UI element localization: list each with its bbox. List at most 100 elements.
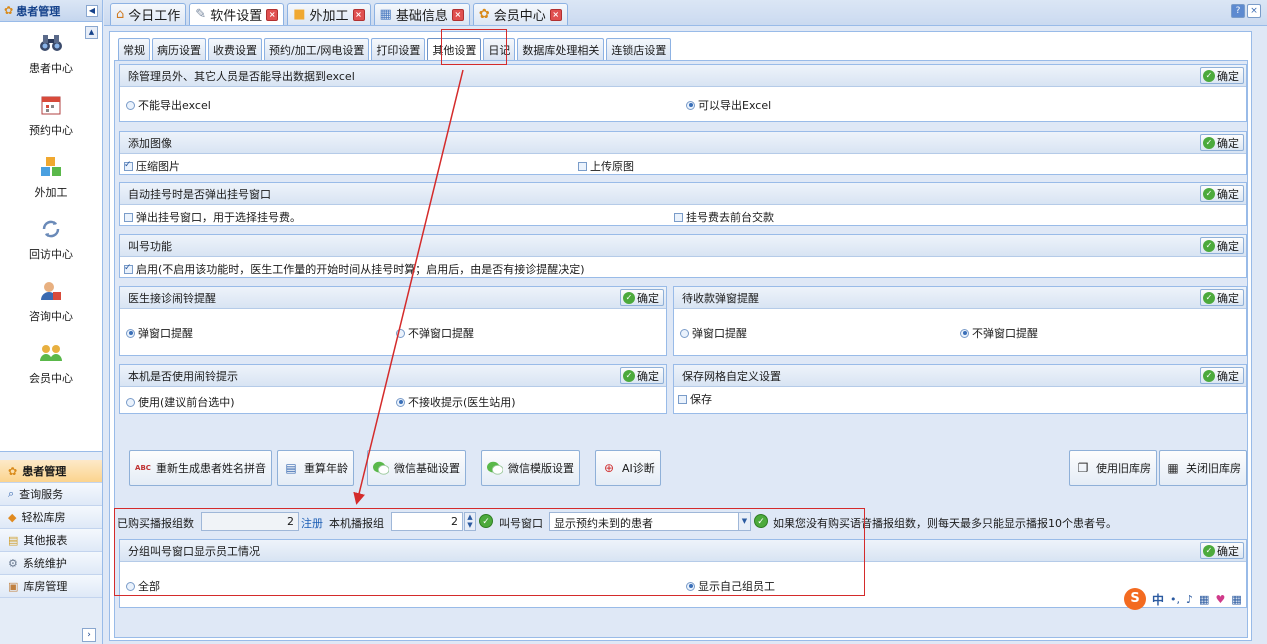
no-popup-remind-radio[interactable]: 不弹窗口提醒 — [960, 325, 1038, 341]
radio-icon — [686, 100, 695, 110]
tab-today-work[interactable]: ⌂ 今日工作 — [110, 3, 187, 25]
confirm-button[interactable]: ✓ 确定 — [1200, 367, 1244, 384]
option-label: 全部 — [138, 580, 160, 593]
ime-language[interactable]: 中 — [1152, 591, 1164, 608]
local-group-stepper[interactable]: ▲ ▼ — [464, 512, 476, 531]
allow-export-radio[interactable]: 可以导出Excel — [686, 97, 771, 113]
grid-icon[interactable]: ▦ — [1231, 593, 1241, 606]
upload-original-checkbox[interactable]: 上传原图 — [578, 158, 634, 174]
show-own-group-radio[interactable]: 显示自己组员工 — [686, 578, 775, 594]
sidebar-bottom-easy-warehouse[interactable]: ◆ 轻松库房 — [0, 506, 102, 529]
confirm-button[interactable]: ✓ 确定 — [1200, 289, 1244, 306]
recalculate-age-button[interactable]: ▤ 重算年龄 — [277, 450, 354, 486]
no-popup-remind-radio[interactable]: 不弹窗口提醒 — [396, 325, 474, 341]
tab-diary[interactable]: 日记 — [483, 38, 516, 60]
check-icon: ✓ — [1203, 369, 1215, 382]
tab-label: 软件设置 — [210, 9, 263, 24]
tab-basic-info[interactable]: ▦ 基础信息 × — [373, 3, 470, 25]
save-grid-checkbox[interactable]: 保存 — [678, 391, 712, 407]
tab-chain-store-settings[interactable]: 连锁店设置 — [606, 38, 672, 60]
wechat-template-settings-button[interactable]: 微信模版设置 — [481, 450, 580, 486]
enable-call-checkbox[interactable]: 启用(不启用该功能时，医生工作量的开始时间从挂号时算；启用后，由是否有接诊提醒决… — [124, 261, 585, 277]
keyboard-icon[interactable]: ▦ — [1199, 593, 1209, 606]
panel-title: 医生接诊闹铃提醒 — [128, 291, 216, 305]
confirm-label: 确定 — [1217, 69, 1239, 83]
sidebar-item-appointment-center[interactable]: 预约中心 — [0, 84, 102, 146]
fee-at-front-desk-checkbox[interactable]: 挂号费去前台交款 — [674, 209, 774, 225]
expand-sidebar-button[interactable]: › — [82, 628, 96, 642]
copy-icon: ❐ — [1077, 461, 1089, 475]
radio-icon — [686, 581, 695, 591]
close-icon[interactable]: × — [352, 8, 365, 21]
close-icon[interactable]: × — [549, 8, 562, 21]
sidebar-bottom-other-reports[interactable]: ▤ 其他报表 — [0, 529, 102, 552]
wechat-basic-settings-button[interactable]: 微信基础设置 — [367, 450, 466, 486]
use-old-warehouse-button[interactable]: ❐ 使用旧库房 — [1069, 450, 1157, 486]
show-all-radio[interactable]: 全部 — [126, 578, 160, 594]
popup-remind-radio[interactable]: 弹窗口提醒 — [680, 325, 747, 341]
sidebar-item-outsourcing[interactable]: 外加工 — [0, 146, 102, 208]
tab-print-settings[interactable]: 打印设置 — [371, 38, 426, 60]
confirm-label: 确定 — [1217, 369, 1239, 383]
help-icon[interactable]: ? — [1231, 4, 1245, 18]
tab-other-settings[interactable]: 其他设置 — [427, 38, 482, 60]
tab-outsourcing[interactable]: ■ 外加工 × — [287, 3, 371, 25]
panel-header: 叫号功能 ✓ 确定 — [120, 235, 1246, 257]
calendar-icon: ▤ — [285, 461, 297, 475]
tab-member-center[interactable]: ✿ 会员中心 × — [472, 3, 568, 25]
confirm-button[interactable]: ✓ 确定 — [620, 289, 664, 306]
skin-icon[interactable]: ♥ — [1215, 593, 1225, 606]
popup-remind-radio[interactable]: 弹窗口提醒 — [126, 325, 193, 341]
confirm-button[interactable]: ✓ 确定 — [1200, 237, 1244, 254]
punctuation-icon[interactable]: •, — [1170, 593, 1180, 606]
confirm-button[interactable]: ✓ 确定 — [1200, 134, 1244, 151]
sidebar-item-followup-center[interactable]: 回访中心 — [0, 208, 102, 270]
local-group-confirm-button[interactable]: ✓ — [479, 514, 493, 528]
call-window-confirm-button[interactable]: ✓ — [754, 514, 768, 528]
register-link[interactable]: 注册 — [301, 515, 323, 531]
panel-header: 待收款弹窗提醒 ✓ 确定 — [674, 287, 1246, 309]
local-group-label: 本机播报组 — [329, 517, 384, 530]
close-icon[interactable]: × — [1247, 4, 1261, 18]
scroll-up-button[interactable]: ▲ — [85, 26, 98, 39]
auto-register-panel: 自动挂号时是否弹出挂号窗口 ✓ 确定 弹出挂号窗口，用于选择挂号费。 挂号费去前台… — [119, 182, 1247, 226]
sidebar-bottom-query-service[interactable]: ⌕ 查询服务 — [0, 483, 102, 506]
broadcast-note: 如果您没有购买语音播报组数，则每天最多只能显示播报10个患者号。 — [773, 517, 1117, 530]
sidebar-item-member-center[interactable]: 会员中心 — [0, 332, 102, 394]
sidebar-header-title: 患者管理 — [16, 4, 61, 18]
confirm-button[interactable]: ✓ 确定 — [1200, 185, 1244, 202]
popup-register-checkbox[interactable]: 弹出挂号窗口，用于选择挂号费。 — [124, 209, 301, 225]
regenerate-pinyin-button[interactable]: ABC 重新生成患者姓名拼音 — [129, 450, 272, 486]
tab-fee-settings[interactable]: 收费设置 — [208, 38, 262, 60]
local-group-input[interactable]: 2 — [391, 512, 463, 531]
compress-image-checkbox[interactable]: 压缩图片 — [124, 158, 180, 174]
sidebar-bottom-system-maintenance[interactable]: ⚙ 系统维护 — [0, 552, 102, 575]
sidebar-item-consult-center[interactable]: 咨询中心 — [0, 270, 102, 332]
use-bell-radio[interactable]: 使用(建议前台选中) — [126, 394, 235, 410]
add-image-panel: 添加图像 ✓确定 压缩图片 上传原图 — [119, 131, 1247, 175]
ai-diagnosis-button[interactable]: ⊕ AI诊断 — [595, 450, 661, 486]
no-bell-radio[interactable]: 不接收提示(医生站用) — [396, 394, 516, 410]
panel-title: 叫号功能 — [128, 239, 172, 253]
close-old-warehouse-button[interactable]: ▦ 关闭旧库房 — [1159, 450, 1247, 486]
collapse-sidebar-button[interactable]: ◀ — [86, 4, 98, 17]
call-window-select[interactable]: 显示预约未到的患者 ▼ — [549, 512, 751, 531]
confirm-button[interactable]: ✓ 确定 — [1200, 67, 1244, 84]
microphone-icon[interactable]: ♪ — [1186, 593, 1193, 606]
confirm-button[interactable]: ✓ 确定 — [620, 367, 664, 384]
radio-icon — [126, 581, 135, 591]
tab-database-processing[interactable]: 数据库处理相关 — [517, 38, 605, 60]
tab-appointment-settings[interactable]: 预约/加工/网电设置 — [264, 38, 370, 60]
sidebar-bottom-label: 轻松库房 — [21, 511, 66, 524]
sidebar-bottom-patient-management[interactable]: ✿ 患者管理 — [0, 460, 102, 483]
close-icon[interactable]: × — [451, 8, 464, 21]
tab-general[interactable]: 常规 — [118, 38, 150, 60]
sidebar-bottom-warehouse-management[interactable]: ▣ 库房管理 — [0, 575, 102, 598]
tab-records-settings[interactable]: 病历设置 — [152, 38, 206, 60]
close-icon[interactable]: × — [266, 8, 279, 21]
sogou-logo-icon[interactable]: S — [1124, 588, 1146, 610]
confirm-button[interactable]: ✓ 确定 — [1200, 542, 1244, 559]
tab-software-settings[interactable]: ✎ 软件设置 × — [189, 3, 285, 25]
no-export-radio[interactable]: 不能导出excel — [126, 97, 211, 113]
grid-custom-panel: 保存网格自定义设置 ✓ 确定 保存 — [673, 364, 1247, 414]
